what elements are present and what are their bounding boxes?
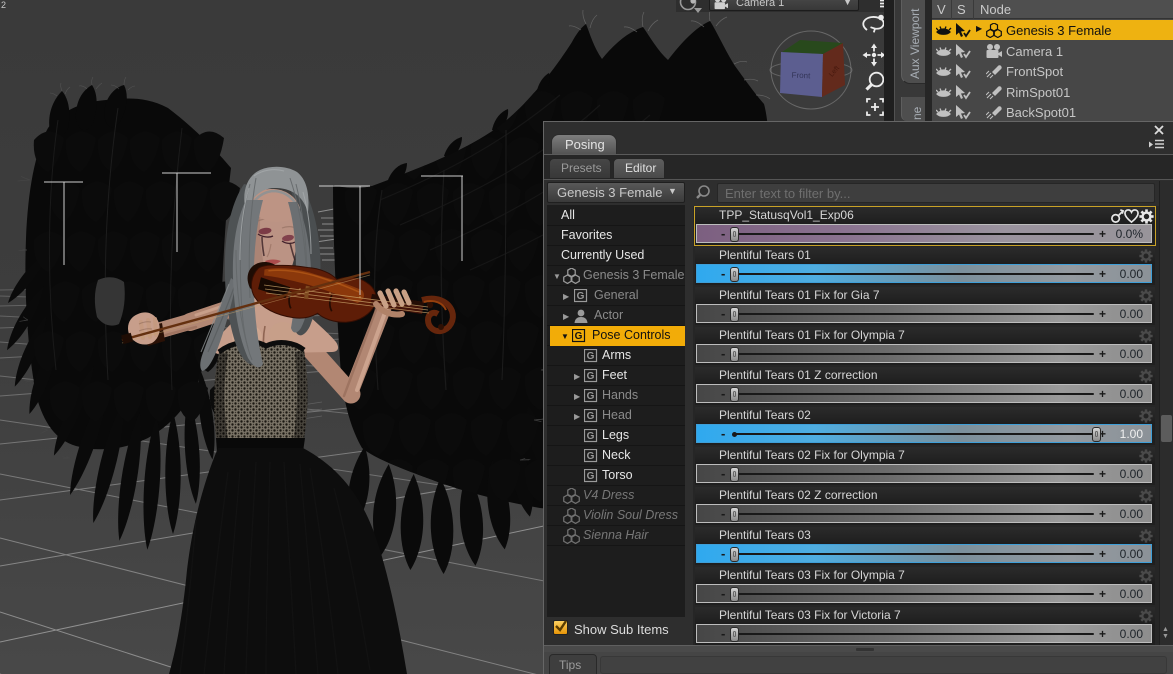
- svg-text:G: G: [587, 471, 595, 482]
- svg-text:G: G: [587, 451, 595, 462]
- svg-text:2: 2: [1, 0, 6, 10]
- svg-text:G: G: [587, 411, 595, 422]
- svg-text:G: G: [587, 391, 595, 402]
- svg-text:G: G: [577, 291, 585, 302]
- svg-text:Front: Front: [791, 71, 811, 81]
- svg-text:G: G: [587, 351, 595, 362]
- svg-text:G: G: [575, 331, 583, 342]
- svg-text:G: G: [587, 371, 595, 382]
- svg-text:G: G: [587, 431, 595, 442]
